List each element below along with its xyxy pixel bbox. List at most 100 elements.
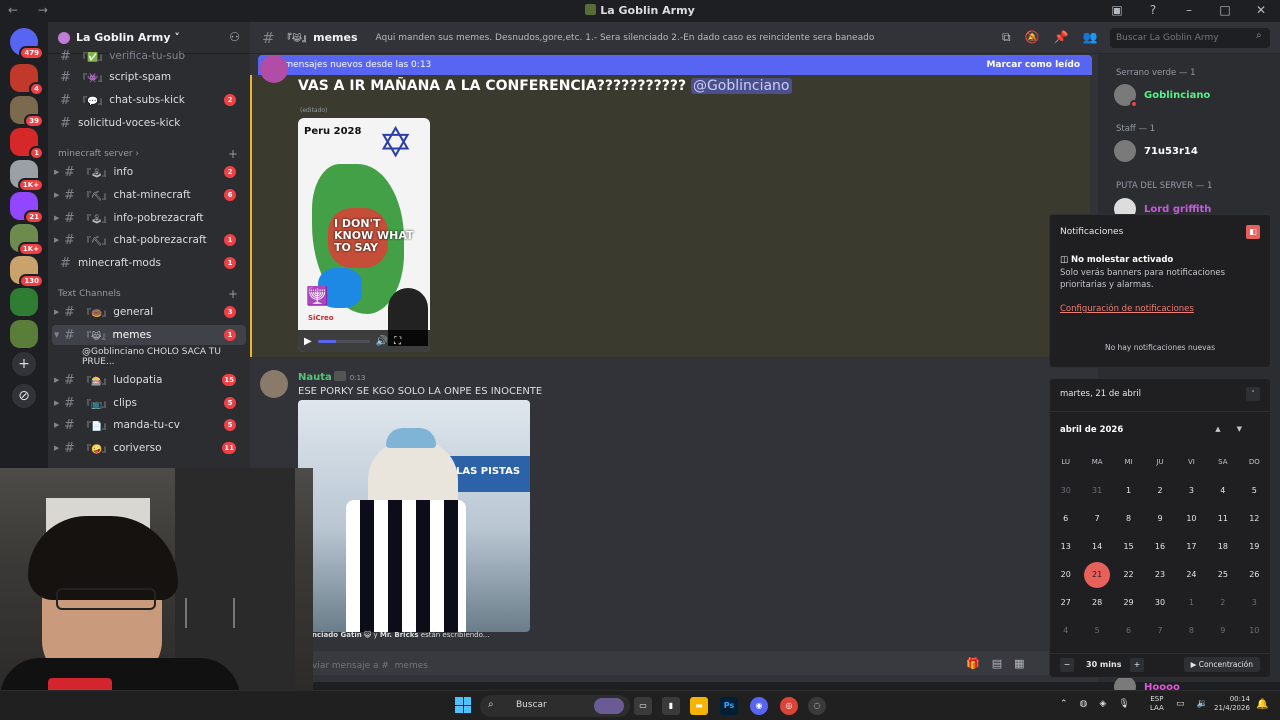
calendar-day[interactable]: 15 — [1113, 533, 1144, 561]
server-icon-7[interactable] — [10, 288, 38, 316]
calendar-day[interactable]: 2 — [1144, 477, 1175, 505]
channel-verifica[interactable]: # 『✅』 verifica-tu-sub — [52, 46, 246, 66]
calendar-day[interactable]: 3 — [1176, 477, 1207, 505]
chrome-icon[interactable]: ◎ — [780, 697, 798, 715]
server-icon-goblin[interactable]: 1K+ — [10, 224, 44, 256]
close-button[interactable]: ✕ — [1250, 3, 1272, 17]
chevron-down-icon[interactable]: ˅ — [1246, 387, 1260, 401]
calendar-day[interactable]: 10 — [1239, 617, 1270, 645]
calendar-day[interactable]: 22 — [1113, 561, 1144, 589]
calendar-day[interactable]: 4 — [1050, 617, 1081, 645]
channel-general[interactable]: ▶ # 『🍩』 general 3 — [52, 302, 246, 322]
calendar-day[interactable]: 27 — [1050, 589, 1081, 617]
avatar[interactable] — [260, 55, 288, 83]
channel-solicitud-voces[interactable]: # solicitud-voces-kick — [52, 113, 246, 133]
video-attachment[interactable]: Peru 2028 ✡ I DON'T KNOW WHAT TO SAY 🕎 S… — [298, 118, 430, 352]
decrease-button[interactable]: − — [1060, 658, 1074, 672]
add-member-icon[interactable]: ⚇ — [229, 30, 240, 44]
calendar-day[interactable]: 6 — [1050, 505, 1081, 533]
calendar-day[interactable]: 23 — [1144, 561, 1175, 589]
calendar-day[interactable]: 29 — [1113, 589, 1144, 617]
category-minecraft[interactable]: minecraft server › + — [58, 147, 244, 161]
message-author[interactable]: Nauta 0:13 — [298, 371, 366, 383]
calendar-day[interactable]: 30 — [1050, 477, 1081, 505]
server-icon-4[interactable]: 1K+ — [10, 160, 44, 192]
channel-manda-tu-cv[interactable]: ▶ # 『📄』 manda-tu-cv 5 — [52, 415, 246, 435]
user-mention[interactable]: @Goblinciano — [690, 78, 792, 94]
calendar-day[interactable]: 1 — [1176, 589, 1207, 617]
dnd-toggle-icon[interactable]: ◧ — [1246, 225, 1260, 239]
calendar-day[interactable]: 9 — [1207, 617, 1238, 645]
calendar-day[interactable]: 5 — [1081, 617, 1112, 645]
calendar-day-today[interactable]: 21 — [1081, 561, 1112, 589]
app-icon[interactable]: ◌ — [808, 697, 826, 715]
calendar-day[interactable]: 31 — [1081, 477, 1112, 505]
tray-app-icon[interactable]: ◍ — [1080, 699, 1088, 709]
calendar-day[interactable]: 13 — [1050, 533, 1081, 561]
discover-icon[interactable]: ⊘ — [12, 384, 36, 408]
calendar-day[interactable]: 20 — [1050, 561, 1081, 589]
home-button[interactable]: 479 — [10, 28, 44, 60]
threads-icon[interactable]: ⧉ — [1002, 30, 1011, 45]
tray-app-icon[interactable]: ◈ — [1099, 699, 1106, 709]
members-icon[interactable]: 👥 — [1082, 30, 1097, 45]
calendar-day[interactable]: 3 — [1239, 589, 1270, 617]
month-nav-arrows[interactable]: ▲▼ — [1215, 425, 1258, 433]
gift-icon[interactable]: 🎁 — [966, 657, 980, 670]
language-indicator[interactable]: ESP LAA — [1150, 695, 1164, 713]
server-icon-8[interactable] — [10, 320, 38, 348]
mute-bell-icon[interactable]: 🔕 — [1025, 30, 1040, 45]
calendar-day[interactable]: 4 — [1207, 477, 1238, 505]
thread-item[interactable]: @Goblinciano CHOLO SACA TU PRUE... — [52, 347, 246, 367]
server-icon-6[interactable]: 130 — [10, 256, 44, 288]
video-progress[interactable] — [317, 339, 370, 343]
calendar-day[interactable]: 8 — [1176, 617, 1207, 645]
calendar-day[interactable]: 12 — [1239, 505, 1270, 533]
volume-icon[interactable]: 🔊 — [376, 336, 388, 347]
notification-settings-link[interactable]: Configuración de notificaciones — [1060, 304, 1194, 314]
calendar-day[interactable]: 16 — [1144, 533, 1175, 561]
new-messages-bar[interactable]: 10 mensajes nuevos desde las 0:13 Marcar… — [258, 55, 1092, 75]
play-icon[interactable]: ▶ — [304, 336, 312, 347]
channel-script-spam[interactable]: # 『👾』 script-spam — [52, 67, 246, 87]
clock[interactable]: 00:14 21/4/2026 — [1214, 695, 1250, 713]
member-item[interactable]: 71u53r14 — [1114, 140, 1198, 162]
help-icon[interactable]: ? — [1142, 3, 1164, 17]
inbox-icon[interactable]: ▣ — [1106, 3, 1128, 17]
calendar-day[interactable]: 10 — [1176, 505, 1207, 533]
calendar-day[interactable]: 26 — [1239, 561, 1270, 589]
search-input[interactable] — [1110, 28, 1270, 48]
channel-chat-minecraft[interactable]: ▶ # 『⛏』 chat-minecraft 6 — [52, 185, 246, 205]
calendar-day[interactable]: 17 — [1176, 533, 1207, 561]
calendar-day[interactable]: 24 — [1176, 561, 1207, 589]
calendar-day[interactable]: 7 — [1081, 505, 1112, 533]
calendar-day[interactable]: 7 — [1144, 617, 1175, 645]
maximize-button[interactable]: □ — [1214, 3, 1236, 17]
add-server-icon[interactable]: + — [12, 352, 36, 376]
calendar-day[interactable]: 30 — [1144, 589, 1175, 617]
channel-chat-pobrezacraft[interactable]: ▶ # 『⛏』 chat-pobrezacraft 1 — [52, 230, 246, 250]
windows-start-icon[interactable] — [455, 697, 471, 713]
channel-minecraft-mods[interactable]: # minecraft-mods 1 — [52, 253, 246, 273]
calendar-day[interactable]: 19 — [1239, 533, 1270, 561]
calendar-day[interactable]: 14 — [1081, 533, 1112, 561]
calendar-day[interactable]: 18 — [1207, 533, 1238, 561]
image-attachment[interactable]: LAS PISTAS — [298, 400, 530, 632]
calendar-day[interactable]: 5 — [1239, 477, 1270, 505]
calendar-day[interactable]: 1 — [1113, 477, 1144, 505]
pin-icon[interactable]: 📌 — [1054, 30, 1069, 45]
mark-as-read-button[interactable]: Marcar como leído — [986, 60, 1080, 70]
channel-clips[interactable]: ▶ # 『📺』 clips 5 — [52, 393, 246, 413]
add-channel-icon[interactable]: + — [228, 147, 238, 161]
server-icon-3[interactable]: 1 — [10, 128, 44, 160]
focus-button[interactable]: ▶ Concentración — [1183, 657, 1260, 672]
calendar-month[interactable]: abril de 2026 — [1060, 425, 1123, 435]
chevron-up-icon[interactable]: ⌃ — [1060, 699, 1068, 709]
channel-info[interactable]: ▶ # 『🕹』 info 2 — [52, 162, 246, 182]
avatar[interactable] — [260, 370, 288, 398]
member-item[interactable]: Goblinciano — [1114, 84, 1210, 108]
category-text-channels[interactable]: Text Channels + — [58, 287, 244, 301]
fullscreen-icon[interactable]: ⛶ — [394, 336, 401, 347]
file-explorer-icon[interactable]: ▬ — [690, 697, 708, 715]
server-icon-1[interactable]: 4 — [10, 64, 44, 96]
